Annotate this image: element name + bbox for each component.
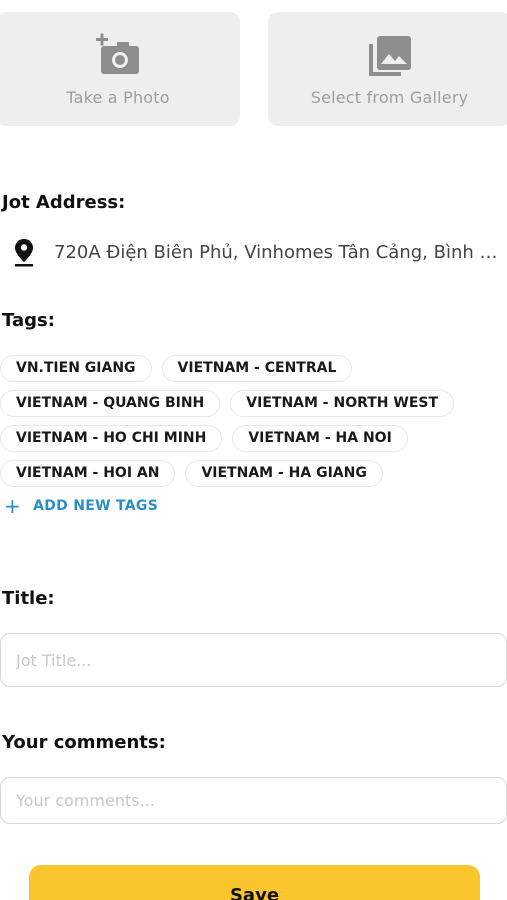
- media-picker: Take a Photo Select from Gallery: [0, 12, 507, 126]
- comments-field[interactable]: [0, 777, 507, 824]
- tag-chip[interactable]: VIETNAM - HOI AN: [0, 460, 176, 487]
- add-new-tags-button[interactable]: + ADD NEW TAGS: [4, 496, 158, 516]
- address-value: 720A Điện Biên Phủ, Vinhomes Tân Cảng, B…: [54, 241, 507, 263]
- plus-icon: +: [4, 494, 22, 518]
- tag-chip[interactable]: VIETNAM - NORTH WEST: [230, 390, 455, 417]
- title-heading: Title:: [2, 588, 55, 609]
- tag-chip[interactable]: VIETNAM - HA NOI: [232, 425, 408, 452]
- save-button[interactable]: Save: [29, 865, 480, 900]
- tags-heading: Tags:: [2, 310, 55, 331]
- add-new-tags-label: ADD NEW TAGS: [33, 498, 159, 514]
- tag-row: VIETNAM - QUANG BINH VIETNAM - NORTH WES…: [0, 390, 507, 417]
- tag-row: VN.TIEN GIANG VIETNAM - CENTRAL: [0, 355, 507, 382]
- comments-heading: Your comments:: [2, 732, 166, 753]
- add-camera-icon: [96, 33, 139, 74]
- tag-chip[interactable]: VIETNAM - CENTRAL: [161, 355, 353, 382]
- location-pin-icon: [15, 239, 33, 267]
- take-photo-label: Take a Photo: [66, 87, 170, 107]
- tag-chip[interactable]: VIETNAM - QUANG BINH: [0, 390, 221, 417]
- tag-list: VN.TIEN GIANG VIETNAM - CENTRAL VIETNAM …: [0, 355, 507, 495]
- tag-chip[interactable]: VIETNAM - HA GIANG: [185, 460, 383, 487]
- address-row[interactable]: 720A Điện Biên Phủ, Vinhomes Tân Cảng, B…: [12, 234, 507, 270]
- tag-chip[interactable]: VIETNAM - HO CHI MINH: [0, 425, 223, 452]
- comments-input[interactable]: [16, 791, 491, 810]
- select-gallery-label: Select from Gallery: [310, 87, 469, 107]
- photo-library-icon: [368, 35, 411, 76]
- tag-row: VIETNAM - HOI AN VIETNAM - HA GIANG: [0, 460, 507, 487]
- tag-chip[interactable]: VN.TIEN GIANG: [0, 355, 152, 382]
- select-gallery-button[interactable]: Select from Gallery: [268, 12, 507, 126]
- save-label: Save: [229, 885, 280, 900]
- title-field[interactable]: [0, 633, 507, 687]
- take-photo-button[interactable]: Take a Photo: [0, 12, 240, 126]
- tag-row: VIETNAM - HO CHI MINH VIETNAM - HA NOI: [0, 425, 507, 452]
- title-input[interactable]: [16, 650, 491, 670]
- address-heading: Jot Address:: [2, 192, 126, 213]
